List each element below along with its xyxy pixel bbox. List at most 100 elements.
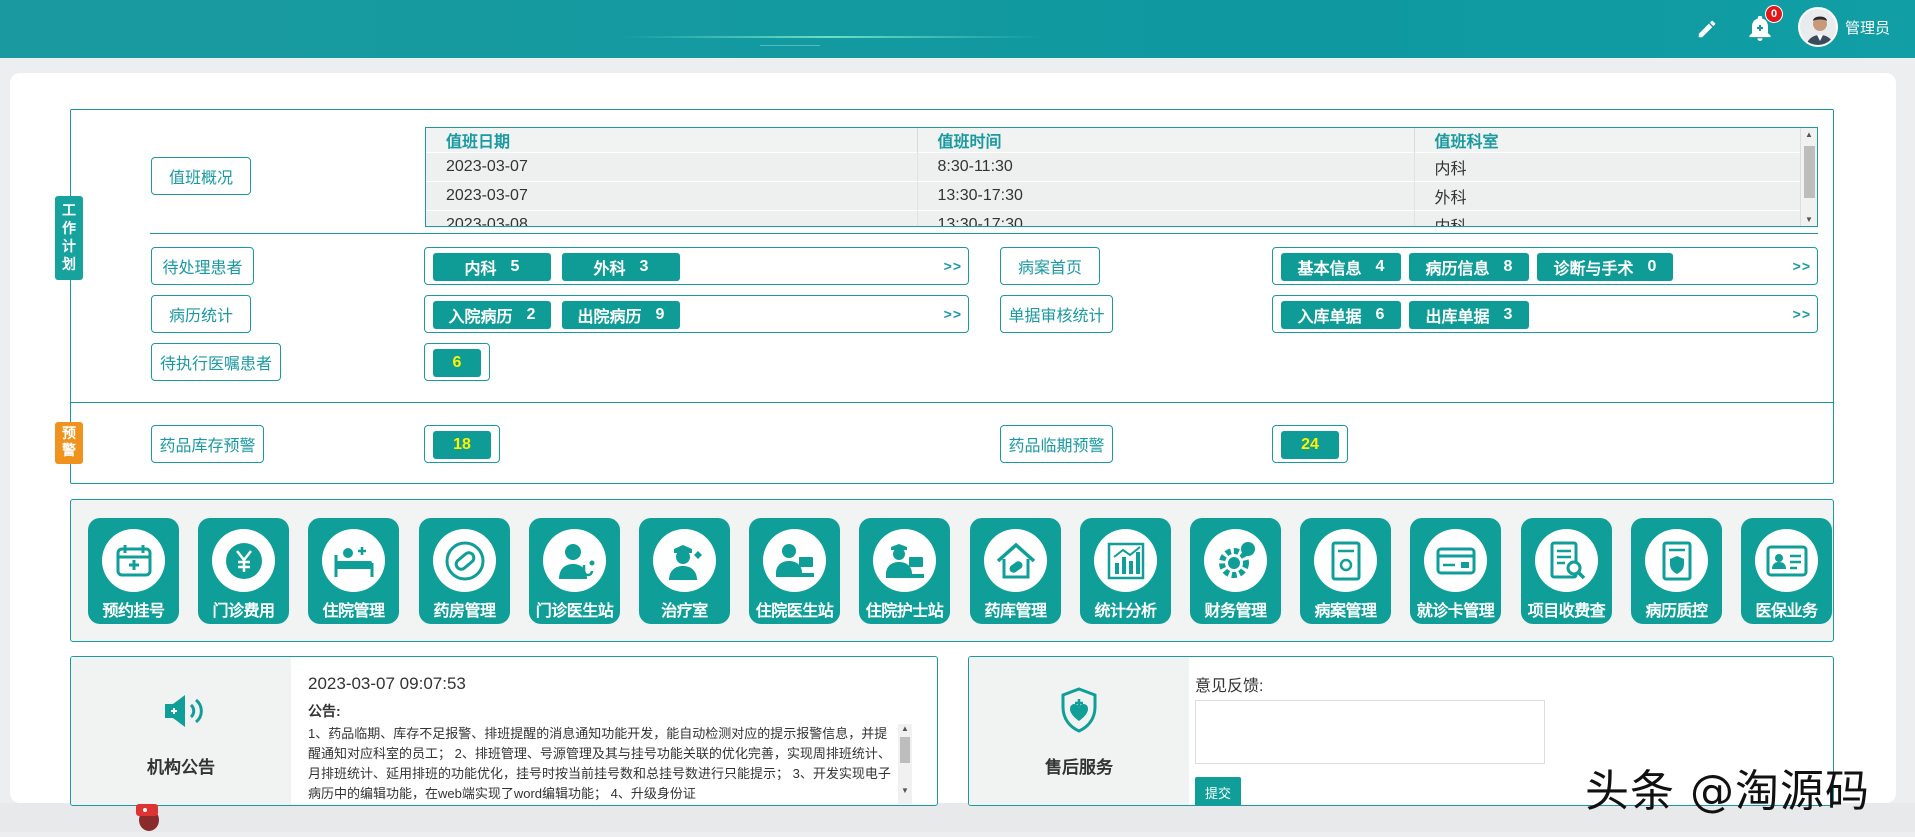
module-label: 就诊卡管理 (1416, 603, 1495, 620)
duty-overview-button[interactable]: 值班概况 (151, 157, 251, 195)
pending-orders-count[interactable]: 6 (433, 349, 481, 377)
more-link[interactable]: >> (1793, 258, 1811, 274)
case-home-row: 基本信息 4 病历信息 8 诊断与手术 0 >> (1272, 247, 1818, 285)
stock-warning-count[interactable]: 18 (433, 431, 491, 459)
more-link[interactable]: >> (1793, 306, 1811, 322)
pencil-icon[interactable] (1692, 14, 1722, 44)
chip-count: 3 (639, 258, 649, 275)
notice-heading: 公告: (308, 703, 341, 719)
module-label: 住院医生站 (755, 603, 834, 620)
chip-label: 入库单据 (1297, 309, 1362, 326)
expiry-warning-count[interactable]: 24 (1281, 431, 1339, 459)
module-finance[interactable]: 财务管理 (1190, 518, 1281, 624)
module-drug-storage[interactable]: 药库管理 (970, 518, 1061, 624)
module-inpatient[interactable]: 住院管理 (308, 518, 399, 624)
megaphone-icon (161, 691, 209, 736)
duty-scrollbar[interactable]: ▲ ▼ (1800, 128, 1817, 226)
chip-count: 0 (1647, 258, 1657, 275)
avatar[interactable] (1798, 7, 1838, 47)
module-pharmacy[interactable]: 药房管理 (419, 518, 510, 624)
chip-count: 6 (1375, 306, 1385, 323)
module-case-records[interactable]: 病案管理 (1300, 518, 1391, 624)
calendar-medical-icon (102, 529, 165, 592)
notice-time: 2023-03-07 09:07:53 (308, 674, 466, 693)
module-label: 病案管理 (1314, 603, 1377, 620)
outbound-bill-chip[interactable]: 出库单据 3 (1409, 301, 1529, 329)
module-outpatient-fee[interactable]: 门诊费用 (198, 518, 289, 624)
scroll-up-icon[interactable]: ▲ (901, 724, 909, 733)
module-statistics[interactable]: 统计分析 (1080, 518, 1171, 624)
scroll-thumb[interactable] (900, 737, 910, 763)
warning-tag-text: 预警 (62, 425, 76, 458)
module-insurance[interactable]: 医保业务 (1741, 518, 1832, 624)
admission-record-chip[interactable]: 入院病历 2 (433, 301, 551, 329)
module-label: 财务管理 (1204, 603, 1267, 620)
pending-surgery-chip[interactable]: 外科 3 (562, 253, 680, 281)
module-label: 医保业务 (1755, 603, 1818, 620)
bill-review-button[interactable]: 单据审核统计 (1000, 295, 1113, 333)
module-label: 门诊医生站 (535, 603, 614, 620)
stock-warning-button[interactable]: 药品库存预警 (151, 425, 264, 463)
nurse-icon (653, 529, 716, 592)
module-fee-query[interactable]: 项目收费查 (1521, 518, 1612, 624)
cell: 内科 (1414, 152, 1801, 182)
chip-label: 内科 (464, 261, 497, 278)
username[interactable]: 管理员 (1845, 17, 1890, 38)
module-outpatient-doctor[interactable]: 门诊医生站 (529, 518, 620, 624)
inbound-bill-chip[interactable]: 入库单据 6 (1281, 301, 1401, 329)
discharge-record-chip[interactable]: 出院病历 9 (562, 301, 680, 329)
module-card[interactable]: 就诊卡管理 (1410, 518, 1501, 624)
chip-count: 4 (1375, 258, 1385, 275)
scroll-down-icon[interactable]: ▼ (901, 786, 909, 795)
divider (150, 233, 1818, 234)
card-icon (1424, 529, 1487, 592)
module-label: 项目收费查 (1527, 603, 1606, 620)
pill-icon (433, 529, 496, 592)
scroll-thumb[interactable] (1804, 146, 1815, 198)
document-search-icon (1535, 529, 1598, 592)
module-label: 病历质控 (1645, 603, 1708, 620)
case-home-button[interactable]: 病案首页 (1000, 247, 1100, 285)
cell: 2023-03-08 (426, 210, 918, 226)
more-link[interactable]: >> (944, 258, 962, 274)
chip-count: 2 (526, 306, 536, 323)
cell: 内科 (1414, 210, 1801, 226)
table-row: 2023-03-07 13:30-17:30 外科 (426, 181, 1801, 211)
module-label: 住院管理 (322, 603, 385, 620)
bill-review-row: 入库单据 6 出库单据 3 >> (1272, 295, 1818, 333)
submit-button[interactable]: 提交 (1195, 777, 1241, 805)
cell: 13:30-17:30 (917, 210, 1415, 226)
diagnosis-surgery-chip[interactable]: 诊断与手术 0 (1537, 253, 1673, 281)
module-label: 统计分析 (1094, 603, 1157, 620)
pending-internal-chip[interactable]: 内科 5 (433, 253, 551, 281)
module-inpatient-nurse[interactable]: 住院护士站 (859, 518, 950, 624)
chip-count: 5 (510, 258, 520, 275)
expiry-warning-button[interactable]: 药品临期预警 (1000, 425, 1113, 463)
pending-patients-button[interactable]: 待处理患者 (151, 247, 254, 285)
medicine-house-icon (984, 529, 1047, 592)
scroll-down-icon[interactable]: ▼ (1805, 215, 1813, 224)
feedback-label: 意见反馈: (1195, 678, 1264, 695)
feedback-input[interactable] (1195, 700, 1545, 764)
module-record-qc[interactable]: 病历质控 (1631, 518, 1722, 624)
notification-badge: 0 (1765, 5, 1783, 23)
cell: 2023-03-07 (426, 181, 918, 211)
mascot-icon (130, 798, 168, 837)
scroll-up-icon[interactable]: ▲ (1805, 130, 1813, 139)
more-link[interactable]: >> (944, 306, 962, 322)
record-info-chip[interactable]: 病历信息 8 (1409, 253, 1529, 281)
notice-scrollbar[interactable]: ▲ ▼ (898, 724, 912, 804)
doctor-desk-icon (763, 529, 826, 592)
module-inpatient-doctor[interactable]: 住院医生站 (749, 518, 840, 624)
chip-label: 基本信息 (1297, 261, 1362, 278)
module-grid: 预约挂号 门诊费用 住院管理 药房管理 门诊医生站 治疗室 住院医生站 住院护士… (70, 499, 1834, 642)
basic-info-chip[interactable]: 基本信息 4 (1281, 253, 1401, 281)
module-appointment[interactable]: 预约挂号 (88, 518, 179, 624)
pending-orders-button[interactable]: 待执行医嘱患者 (151, 343, 281, 381)
column-header: 值班科室 (1414, 128, 1801, 153)
pending-patients-row: 内科 5 外科 3 >> (424, 247, 969, 285)
notice-sidebar: 机构公告 (71, 657, 291, 805)
record-stats-button[interactable]: 病历统计 (151, 295, 251, 333)
table-row: 2023-03-08 13:30-17:30 内科 (426, 210, 1801, 226)
module-treatment-room[interactable]: 治疗室 (639, 518, 730, 624)
